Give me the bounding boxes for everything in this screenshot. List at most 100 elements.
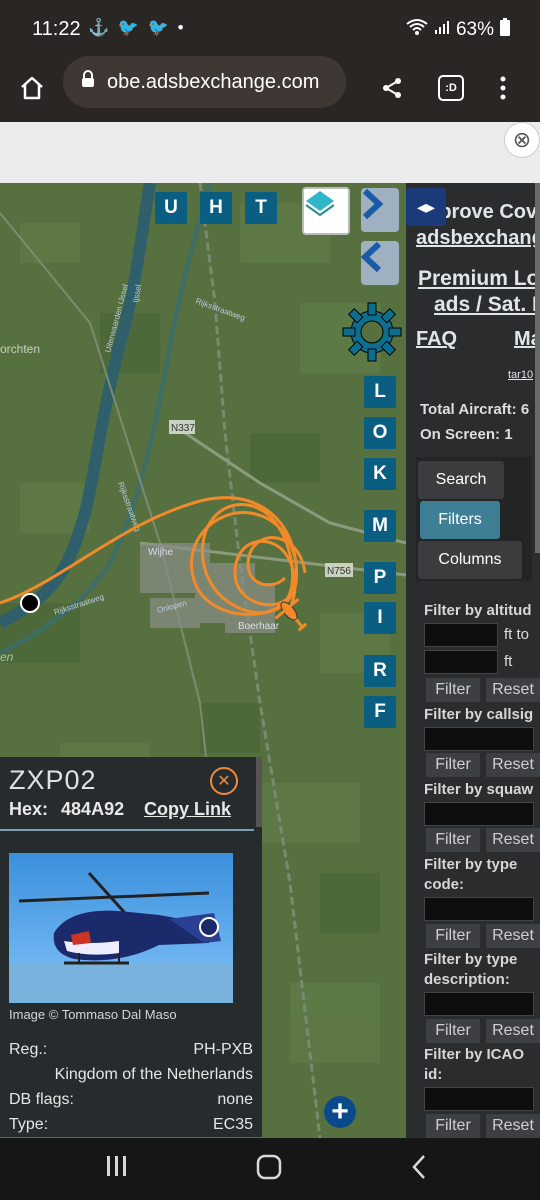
filter-type-description-label: Filter by type description: <box>424 951 518 988</box>
aircraft-photo[interactable] <box>9 853 233 1003</box>
url-text: obe.adsbexchange.com <box>107 70 320 93</box>
map-button-l[interactable]: L <box>364 376 396 408</box>
map-button-k[interactable]: K <box>364 458 396 490</box>
map-button-t[interactable]: T <box>245 192 277 224</box>
tab-filters[interactable]: Filters <box>420 501 500 539</box>
callsign-input[interactable] <box>424 727 534 751</box>
hex-row: Hex: 484A92 <box>9 799 124 820</box>
home-icon[interactable] <box>12 68 52 108</box>
filter-icao-button[interactable]: Filter <box>426 1114 480 1138</box>
reset-icao-button[interactable]: Reset <box>486 1114 540 1138</box>
address-bar[interactable]: obe.adsbexchange.com <box>63 56 346 108</box>
close-panel-icon[interactable]: ✕ <box>210 767 238 795</box>
map-button-m[interactable]: M <box>364 510 396 542</box>
photo-credit: Image © Tommaso Dal Maso <box>9 1007 177 1022</box>
altitude-max-input[interactable] <box>424 650 498 674</box>
type-label: Type: <box>9 1116 49 1133</box>
callsign: ZXP02 <box>9 765 97 795</box>
filter-callsign-label: Filter by callsig <box>424 706 534 723</box>
reg-value: PH-PXB <box>193 1041 253 1058</box>
tabs-button[interactable]: :D <box>431 68 471 108</box>
map-button-h[interactable]: H <box>200 192 232 224</box>
panel-scrollbar[interactable] <box>256 757 262 827</box>
ad-close-icon[interactable]: ⊗ <box>504 122 540 158</box>
ft-to-label: ft to <box>504 626 530 643</box>
reset-type-description-button[interactable]: Reset <box>486 1019 540 1043</box>
premium-link[interactable]: Premium Lo <box>418 267 539 291</box>
filter-squawk-label: Filter by squaw <box>424 781 534 798</box>
filter-type-code-button[interactable]: Filter <box>426 924 480 948</box>
notification-icons: ⚓ 🐦 🐦 • <box>88 18 186 37</box>
filter-callsign-button[interactable]: Filter <box>426 753 480 777</box>
adsbexchange-link[interactable]: adsbexchang <box>416 227 540 250</box>
dbflags-value: none <box>217 1091 253 1108</box>
reset-type-code-button[interactable]: Reset <box>486 924 540 948</box>
dbflags-label: DB flags: <box>9 1091 74 1108</box>
reset-squawk-button[interactable]: Reset <box>486 828 540 852</box>
filter-icao-label: Filter by ICAO id: <box>424 1046 525 1083</box>
reset-callsign-button[interactable]: Reset <box>486 753 540 777</box>
lock-icon <box>81 70 95 94</box>
aircraft-info-panel: ZXP02 ✕ Hex: 484A92 Copy Link Image © To… <box>0 757 262 1137</box>
browser-toolbar: obe.adsbexchange.com :D <box>0 56 540 122</box>
prev-button[interactable] <box>361 241 399 285</box>
road-label-n756: N756 <box>327 566 351 577</box>
place-label-en: en <box>0 650 14 664</box>
copy-link[interactable]: Copy Link <box>144 799 231 820</box>
reset-altitude-button[interactable]: Reset <box>486 678 540 702</box>
wifi-icon <box>406 18 428 42</box>
divider <box>0 829 254 831</box>
sidebar-scrollbar[interactable] <box>535 183 540 553</box>
type-code-input[interactable] <box>424 897 534 921</box>
map-button-i[interactable]: I <box>364 602 396 634</box>
filter-squawk-button[interactable]: Filter <box>426 828 480 852</box>
settings-gear-icon[interactable] <box>341 301 403 363</box>
zoom-in-button[interactable]: + <box>324 1096 356 1128</box>
battery-percent: 63% <box>455 19 494 40</box>
sidebar-toggle-button[interactable]: ◂▸ <box>406 188 446 226</box>
on-screen: On Screen: 1 <box>420 426 513 443</box>
filter-type-description-button[interactable]: Filter <box>426 1019 480 1043</box>
tab-columns[interactable]: Columns <box>418 541 522 579</box>
hex-label: Hex: <box>9 799 49 819</box>
next-button[interactable] <box>361 188 399 232</box>
hex-value: 484A92 <box>61 799 125 819</box>
map-button-p[interactable]: P <box>364 562 396 594</box>
filter-altitude-label: Filter by altitud <box>424 602 532 619</box>
back-nav-icon[interactable] <box>410 1154 428 1187</box>
icao-input[interactable] <box>424 1087 534 1111</box>
arrows-horizontal-icon: ◂▸ <box>416 196 436 217</box>
place-label-boerhaar: Boerhaar <box>238 621 280 632</box>
squawk-input[interactable] <box>424 802 534 826</box>
tab-search[interactable]: Search <box>418 461 504 499</box>
map-button-o[interactable]: O <box>364 417 396 449</box>
battery-icon <box>500 18 510 42</box>
more-menu-icon[interactable] <box>483 68 523 108</box>
altitude-min-input[interactable] <box>424 623 498 647</box>
map-button-f[interactable]: F <box>364 696 396 728</box>
map-button-u[interactable]: U <box>155 192 187 224</box>
place-label-town: Wijhe <box>148 547 173 558</box>
map-button-r[interactable]: R <box>364 655 396 687</box>
share-icon[interactable] <box>372 68 412 108</box>
type-description-input[interactable] <box>424 992 534 1016</box>
road-label-n337: N337 <box>171 423 195 434</box>
total-aircraft: Total Aircraft: 6 <box>420 401 530 418</box>
signal-icon <box>434 19 450 41</box>
reg-label: Reg.: <box>9 1041 48 1058</box>
status-bar: 11:22 ⚓ 🐦 🐦 • 63% <box>0 0 540 56</box>
layers-button[interactable] <box>302 187 350 235</box>
filter-type-code-label: Filter by type code: <box>424 856 518 893</box>
tab-count: :D <box>438 75 464 101</box>
tar-link[interactable]: tar10 <box>508 369 533 381</box>
place-label-ijssel: Ijssel <box>131 284 143 304</box>
road-label-rijks1: Rijksstraatweg <box>194 296 246 322</box>
faq-link[interactable]: FAQ <box>416 328 457 351</box>
recent-apps-icon[interactable] <box>105 1154 129 1185</box>
home-nav-icon[interactable] <box>256 1154 282 1187</box>
country-value: Kingdom of the Netherlands <box>54 1066 253 1083</box>
filter-altitude-button[interactable]: Filter <box>426 678 480 702</box>
premium-link-2[interactable]: ads / Sat. I <box>434 293 538 317</box>
ft-label: ft <box>504 653 513 670</box>
system-nav-bar <box>0 1138 540 1200</box>
